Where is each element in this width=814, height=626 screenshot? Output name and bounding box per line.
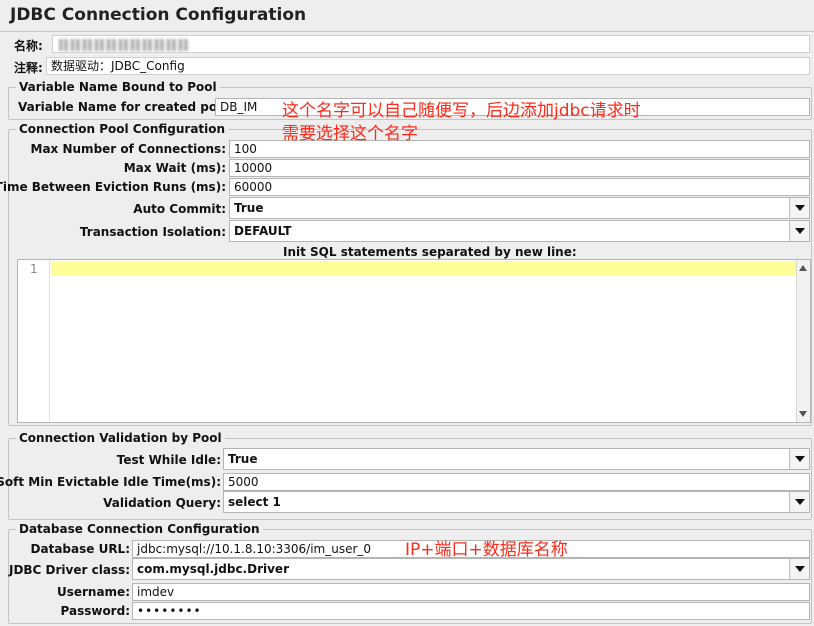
transaction-isolation-label: Transaction Isolation: xyxy=(79,225,226,239)
page-title: JDBC Connection Configuration xyxy=(10,5,307,25)
max-wait-input[interactable]: 10000 xyxy=(229,159,810,177)
chevron-down-icon[interactable] xyxy=(789,492,809,512)
init-sql-editor[interactable]: 1 xyxy=(17,259,811,423)
test-while-idle-select[interactable]: True xyxy=(223,448,810,470)
soft-min-idle-label: Soft Min Evictable Idle Time(ms): xyxy=(0,475,221,489)
scroll-up-icon[interactable] xyxy=(799,265,807,271)
max-wait-label: Max Wait (ms): xyxy=(123,161,226,175)
auto-commit-select[interactable]: True xyxy=(229,197,810,219)
variable-name-label: Variable Name for created pool: xyxy=(18,100,235,114)
password-input[interactable]: •••••••• xyxy=(132,602,810,620)
username-label: Username: xyxy=(56,585,130,599)
jdbc-driver-value: com.mysql.jdbc.Driver xyxy=(137,562,289,576)
transaction-isolation-value: DEFAULT xyxy=(234,224,292,238)
username-input[interactable]: imdev xyxy=(132,583,810,601)
jdbc-driver-label: JDBC Driver class: xyxy=(8,563,130,577)
transaction-isolation-select[interactable]: DEFAULT xyxy=(229,220,810,242)
auto-commit-label: Auto Commit: xyxy=(133,202,226,216)
annotation-pool-name-line2: 需要选择这个名字 xyxy=(282,124,418,144)
variable-name-legend: Variable Name Bound to Pool xyxy=(16,80,220,94)
database-connection-legend: Database Connection Configuration xyxy=(16,522,263,536)
max-connections-label: Max Number of Connections: xyxy=(30,142,226,156)
scroll-down-icon[interactable] xyxy=(799,411,807,417)
chevron-down-icon[interactable] xyxy=(789,198,809,218)
chevron-down-icon[interactable] xyxy=(789,559,809,579)
connection-validation-legend: Connection Validation by Pool xyxy=(16,431,225,445)
eviction-runs-input[interactable]: 60000 xyxy=(229,178,810,196)
line-number: 1 xyxy=(30,262,38,276)
name-field[interactable] xyxy=(52,35,810,53)
init-sql-label: Init SQL statements separated by new lin… xyxy=(283,245,577,259)
validation-query-select[interactable]: select 1 xyxy=(223,491,810,513)
connection-pool-legend: Connection Pool Configuration xyxy=(16,122,229,136)
comment-label: 注释: xyxy=(14,61,43,75)
jdbc-driver-select[interactable]: com.mysql.jdbc.Driver xyxy=(132,558,810,580)
chevron-down-icon[interactable] xyxy=(789,221,809,241)
title-divider xyxy=(0,31,814,32)
soft-min-idle-input[interactable]: 5000 xyxy=(223,473,810,491)
password-label: Password: xyxy=(60,604,131,618)
database-url-label: Database URL: xyxy=(30,542,130,556)
annotation-db-url: IP+端口+数据库名称 xyxy=(405,540,568,560)
editor-scrollbar[interactable] xyxy=(796,260,810,422)
validation-query-label: Validation Query: xyxy=(103,496,221,510)
name-label: 名称: xyxy=(14,39,43,53)
comment-field[interactable]: 数据驱动：JDBC_Config xyxy=(46,57,810,75)
annotation-pool-name-line1: 这个名字可以自己随便写，后边添加jdbc请求时 xyxy=(282,101,641,121)
current-line-highlight xyxy=(51,261,796,276)
eviction-runs-label: Time Between Eviction Runs (ms): xyxy=(0,180,226,194)
chevron-down-icon[interactable] xyxy=(789,449,809,469)
test-while-idle-label: Test While Idle: xyxy=(116,453,221,467)
test-while-idle-value: True xyxy=(228,452,258,466)
redacted-name xyxy=(59,39,189,51)
auto-commit-value: True xyxy=(234,201,264,215)
line-number-gutter: 1 xyxy=(18,260,50,422)
validation-query-value: select 1 xyxy=(228,495,281,509)
